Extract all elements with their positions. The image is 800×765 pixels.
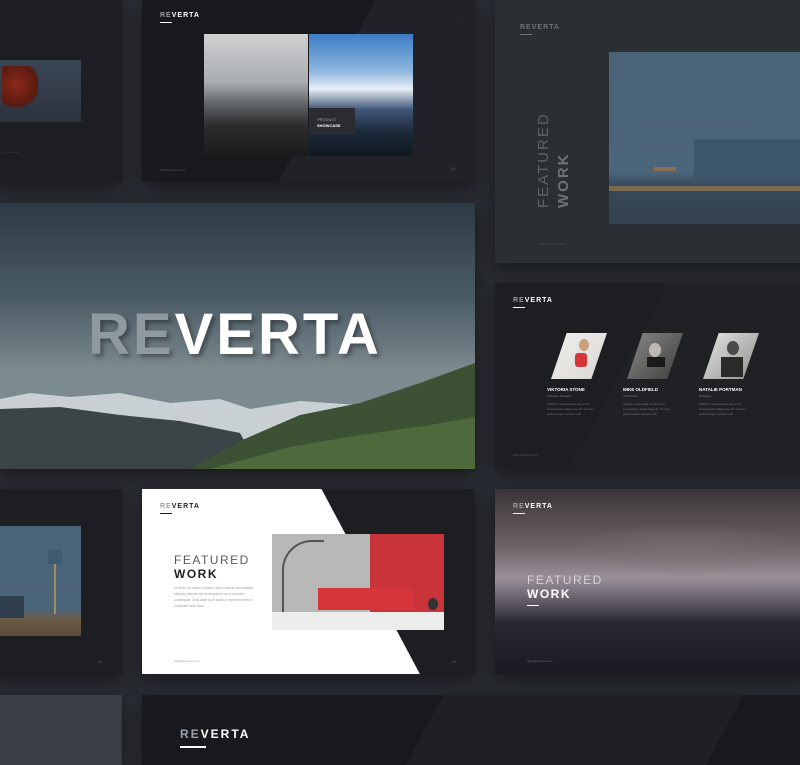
featured-body: Ut enim ad minim veniam, quis nostrud ex…	[174, 586, 254, 608]
member-name: MIKE OLDFIELD	[623, 387, 658, 392]
featured-title-line2: WORK	[174, 567, 218, 581]
slide-product-showcase[interactable]: REVERTA PRODUCT SHOWCASE - - - - - - - -…	[142, 0, 475, 182]
brand-logo: REVERTA	[513, 503, 553, 510]
logo-underline	[513, 513, 525, 514]
team-member-1[interactable]: VIKTORIA STONE Founder, Manager Sagittis…	[547, 333, 617, 417]
team-member-3[interactable]: NATALIE PORTMAN Designer Sagittis malesu…	[699, 333, 769, 417]
featured-title-line1: FEATURED	[174, 553, 250, 567]
person-head	[649, 343, 661, 357]
vase	[428, 598, 438, 610]
logo-underline	[160, 22, 172, 23]
team-member-2[interactable]: MIKE OLDFIELD Art Director Sagittis male…	[623, 333, 693, 417]
brand-logo: REVERTA	[520, 24, 560, 31]
label-showcase: SHOWCASE	[317, 123, 341, 128]
hero-title-prefix: RE	[88, 302, 175, 367]
lamp-shade	[48, 550, 62, 564]
slide-partial-top-left[interactable]: -------------------	[0, 0, 122, 182]
slide-partial-bottom-row-left[interactable]	[0, 695, 122, 765]
mini-photo	[0, 60, 81, 122]
member-bio: Sagittis malesuada sit amet nisi. Consec…	[623, 402, 671, 416]
slide-featured-white[interactable]: REVERTA FEATURED WORK Ut enim ad minim v…	[142, 489, 475, 674]
member-bio: Sagittis malesuada sit amet nisi. Consec…	[699, 402, 747, 416]
photo-mountain-blue	[309, 34, 413, 156]
red-sofa	[318, 588, 414, 610]
work-vertical-label: WORK	[555, 153, 573, 209]
brand-logo: REVERTA	[160, 503, 200, 510]
featured-word: FEATURED	[535, 112, 552, 208]
footer-email: hello@reverta.com	[160, 168, 186, 172]
person-head	[579, 339, 589, 351]
page-number: 03	[451, 166, 456, 171]
footer-email: hello@reverta.com	[540, 242, 566, 246]
member-photo	[627, 333, 683, 379]
photo-red-sofa-room	[272, 534, 444, 630]
floor-strip	[609, 186, 800, 191]
member-photo	[551, 333, 607, 379]
photo-blue-lamp	[0, 526, 81, 636]
member-bio: Sagittis malesuada sit amet nisi. Consec…	[547, 402, 595, 416]
footer-email: hello@reverta.com	[174, 659, 200, 663]
red-scarf	[575, 353, 587, 367]
person-head	[727, 341, 739, 355]
chair	[0, 596, 24, 618]
brand-logo: REVERTA	[513, 297, 553, 304]
member-photo	[703, 333, 759, 379]
slide-team[interactable]: REVERTA VIKTORIA STONE Founder, Manager …	[495, 283, 800, 468]
member-role: Designer	[699, 394, 712, 398]
side-table	[654, 167, 676, 171]
page-number: 04	[98, 659, 103, 664]
brand-logo: REVERTA	[180, 727, 251, 741]
logo-underline	[513, 307, 525, 308]
slide-hero[interactable]: REVERTA	[0, 203, 475, 469]
slide-featured-vertical[interactable]: REVERTA FEATURED WORK hello@reverta.com	[495, 0, 800, 263]
cloud-band	[555, 523, 800, 573]
brand-logo: REVERTA	[160, 12, 200, 19]
camera	[647, 357, 665, 367]
mini-caption: -------------------	[2, 150, 21, 154]
side-vertical-text: - - - - - - - - -	[100, 503, 104, 519]
lamp-legs	[54, 564, 56, 614]
photo-blue-interior	[609, 52, 800, 224]
footer-email: hello@reverta.com	[527, 659, 553, 663]
logo-underline	[520, 34, 532, 35]
featured-title-line2: WORK	[527, 587, 571, 601]
floor	[272, 612, 444, 630]
photo-mountain-bw	[204, 34, 308, 156]
label-product: PRODUCT	[317, 117, 337, 122]
slide-partial-bottom-center[interactable]: REVERTA	[142, 695, 800, 765]
member-role: Art Director	[623, 394, 639, 398]
title-underline	[527, 605, 539, 606]
member-name: VIKTORIA STONE	[547, 387, 585, 392]
member-role: Founder, Manager	[547, 394, 572, 398]
footer-email: hello@reverta.com	[513, 453, 539, 457]
hero-title-suffix: VERTA	[174, 302, 382, 367]
slide-featured-sea[interactable]: REVERTA FEATURED WORK hello@reverta.com	[495, 489, 800, 674]
featured-vertical-label: FEATURED	[535, 112, 553, 208]
side-vertical-text: - - - - - - - - -	[455, 14, 459, 30]
person-body	[721, 357, 743, 377]
arc-lamp	[282, 540, 324, 612]
hero-title: REVERTA	[88, 301, 382, 368]
logo-underline	[180, 746, 206, 748]
logo-underline	[160, 513, 172, 514]
work-word: WORK	[555, 152, 572, 209]
showcase-label-box: PRODUCT SHOWCASE	[309, 108, 355, 134]
tree-foliage	[2, 66, 38, 112]
page-number: 05	[452, 659, 457, 664]
diagonal-shade	[390, 695, 754, 765]
sofa	[694, 139, 800, 181]
member-name: NATALIE PORTMAN	[699, 387, 742, 392]
slide-partial-bottom-left[interactable]: - - - - - - - - - 04	[0, 489, 122, 674]
featured-title-line1: FEATURED	[527, 573, 603, 587]
